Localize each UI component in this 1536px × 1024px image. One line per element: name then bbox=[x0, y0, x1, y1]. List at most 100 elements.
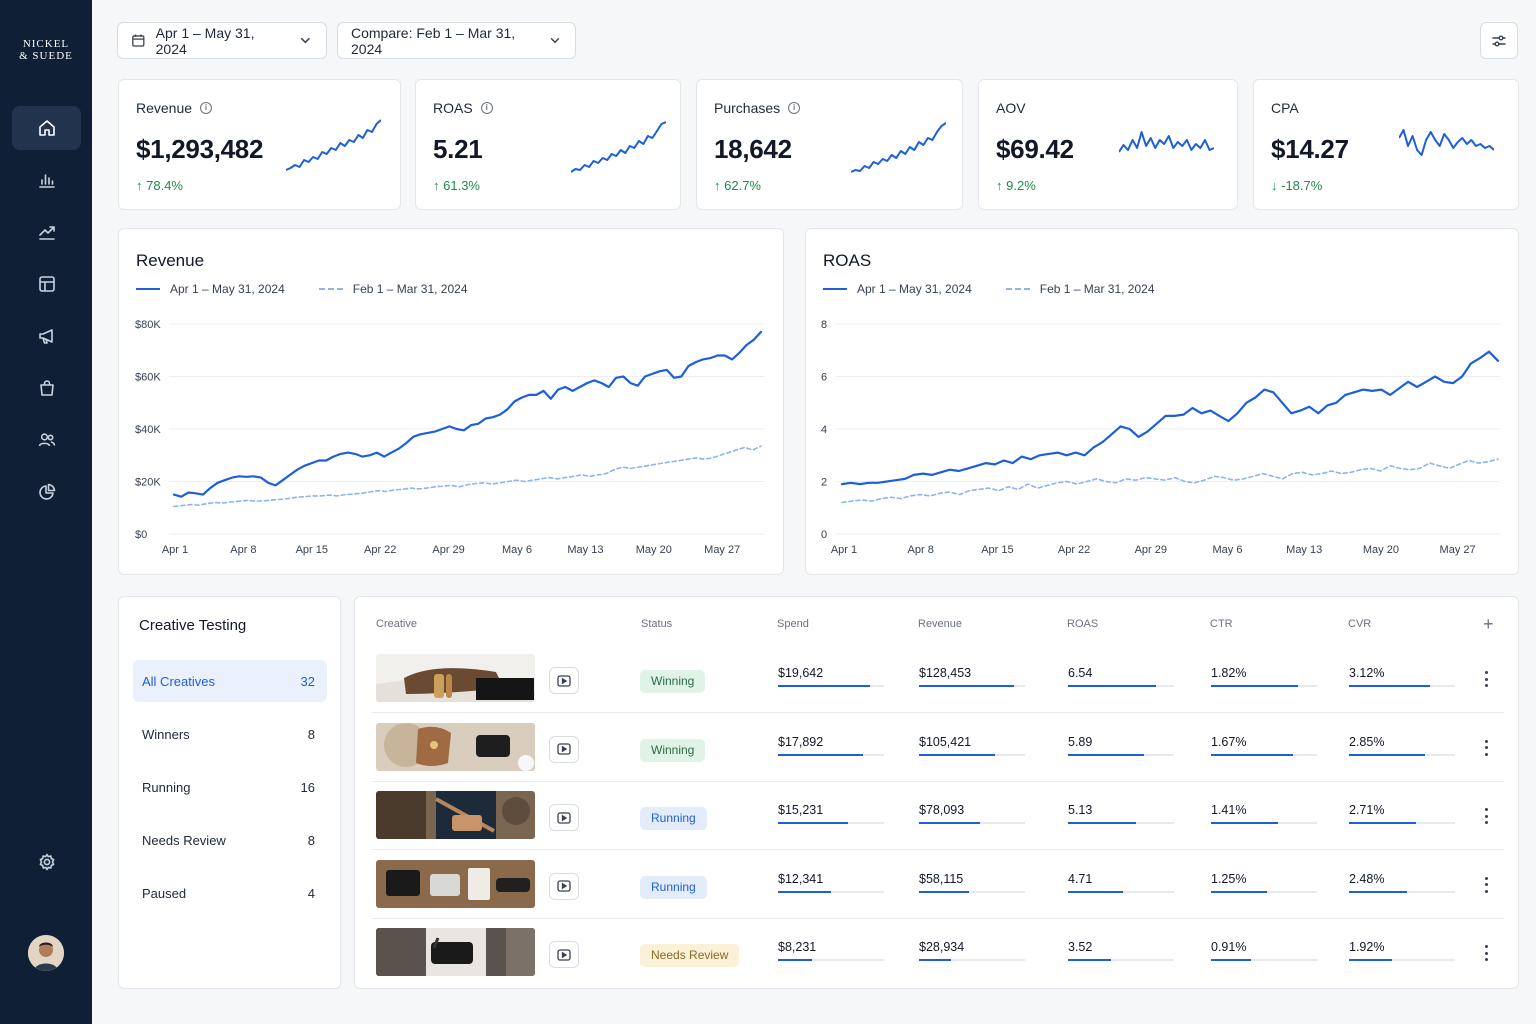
revenue-chart-card: Revenue Apr 1 – May 31, 2024 Feb 1 – Mar… bbox=[118, 228, 784, 575]
sidebar-item-campaigns[interactable] bbox=[12, 314, 81, 358]
info-icon[interactable]: i bbox=[788, 102, 801, 114]
creative-thumbnail[interactable] bbox=[376, 722, 535, 771]
sparkline bbox=[571, 121, 666, 173]
cell-cvr: 2.71% bbox=[1349, 803, 1385, 818]
cell-revenue: $58,115 bbox=[919, 871, 964, 886]
table-row[interactable]: Running $12,341 $58,115 4.71 1.25% 2.48% bbox=[372, 851, 1504, 919]
table-row[interactable]: Running $15,231 $78,093 5.13 1.41% 2.71% bbox=[372, 782, 1504, 851]
sidebar-item-analytics[interactable] bbox=[12, 470, 81, 514]
creative-thumbnail[interactable] bbox=[376, 791, 535, 840]
cell-revenue: $105,421 bbox=[919, 734, 972, 749]
video-play-icon bbox=[557, 812, 571, 824]
filter-paused[interactable]: Paused 4 bbox=[133, 872, 327, 914]
avatar[interactable] bbox=[28, 935, 64, 971]
sparkline bbox=[1119, 131, 1214, 153]
metric-bar bbox=[919, 890, 1025, 893]
metric-bar-fill bbox=[1349, 685, 1430, 687]
column-header-cvr[interactable]: CVR bbox=[1348, 618, 1371, 630]
creative-thumbnail[interactable] bbox=[376, 654, 535, 702]
gear-icon bbox=[39, 853, 54, 871]
filter-needs-review[interactable]: Needs Review 8 bbox=[133, 819, 327, 861]
preview-button[interactable] bbox=[549, 735, 579, 763]
more-options-icon[interactable] bbox=[1484, 876, 1488, 893]
metric-bar bbox=[1349, 753, 1455, 756]
cell-spend: $8,231 bbox=[778, 940, 817, 955]
x-tick-label: May 27 bbox=[704, 544, 740, 556]
x-tick-label: May 6 bbox=[1213, 544, 1243, 556]
metric-bar bbox=[1349, 822, 1455, 825]
metric-bar bbox=[919, 685, 1025, 687]
add-column-button[interactable]: + bbox=[1483, 614, 1494, 635]
x-tick-label: May 13 bbox=[1286, 544, 1322, 556]
metric-bar bbox=[1211, 822, 1317, 825]
sidebar-item-settings[interactable] bbox=[12, 840, 81, 884]
metric-bar-fill bbox=[1349, 753, 1426, 756]
metric-bar-fill bbox=[1068, 959, 1112, 962]
logo-line-2: & SUEDE bbox=[19, 50, 73, 62]
kpi-card-purchases[interactable]: Purchases i 18,642 ↑ 62.7% bbox=[696, 79, 963, 210]
column-header-ctr[interactable]: CTR bbox=[1210, 618, 1233, 630]
more-options-icon[interactable] bbox=[1484, 739, 1488, 756]
preview-button[interactable] bbox=[549, 667, 579, 694]
sidebar-item-audiences[interactable] bbox=[12, 418, 81, 462]
kpi-card-aov[interactable]: AOV $69.42 ↑ 9.2% bbox=[978, 79, 1238, 210]
sidebar-item-layout[interactable] bbox=[12, 262, 81, 306]
metric-bar bbox=[1349, 959, 1455, 962]
cell-roas: 5.13 bbox=[1068, 803, 1093, 818]
filter-all-creatives[interactable]: All Creatives 32 bbox=[133, 660, 327, 702]
sidebar-item-trends[interactable] bbox=[12, 210, 81, 254]
y-tick-label: 0 bbox=[821, 529, 827, 541]
brand-logo[interactable]: NICKEL & SUEDE bbox=[0, 38, 92, 62]
column-header-status[interactable]: Status bbox=[641, 618, 672, 630]
cell-revenue: $128,453 bbox=[919, 666, 972, 680]
column-header-roas[interactable]: ROAS bbox=[1067, 618, 1098, 630]
creative-thumbnail[interactable] bbox=[376, 859, 535, 908]
filter-running[interactable]: Running 16 bbox=[133, 766, 327, 808]
preview-button[interactable] bbox=[549, 941, 579, 969]
sidebar-item-reports[interactable] bbox=[12, 158, 81, 202]
sparkline bbox=[286, 119, 381, 171]
table-row[interactable]: Winning $17,892 $105,421 5.89 1.67% 2.85% bbox=[372, 714, 1504, 782]
creative-testing-panel: Creative Testing All Creatives 32 Winners 8… bbox=[118, 596, 341, 989]
info-icon[interactable]: i bbox=[200, 102, 213, 114]
date-range-picker[interactable]: Apr 1 – May 31, 2024 bbox=[117, 22, 327, 59]
preview-button[interactable] bbox=[549, 872, 579, 900]
column-header-revenue[interactable]: Revenue bbox=[918, 618, 962, 630]
kpi-card-roas[interactable]: ROAS i 5.21 ↑ 61.3% bbox=[415, 79, 681, 210]
trend-icon bbox=[38, 226, 55, 240]
x-tick-label: Apr 8 bbox=[230, 544, 256, 556]
creative-thumbnail[interactable] bbox=[376, 928, 535, 977]
cell-spend: $19,642 bbox=[778, 666, 824, 680]
kpi-value: $69.42 bbox=[996, 134, 1074, 164]
column-header-creative[interactable]: Creative bbox=[376, 618, 417, 630]
compare-range-picker[interactable]: Compare: Feb 1 – Mar 31, 2024 bbox=[337, 22, 576, 59]
cell-revenue: $78,093 bbox=[919, 803, 965, 818]
kpi-card-cpa[interactable]: CPA $14.27 ↓ -18.7% bbox=[1253, 79, 1519, 210]
kpi-title: Purchases i bbox=[714, 100, 801, 116]
chevron-down-icon bbox=[550, 38, 560, 44]
filter-count: 4 bbox=[307, 885, 315, 901]
filter-settings-button[interactable] bbox=[1480, 22, 1518, 59]
info-icon[interactable]: i bbox=[480, 102, 493, 114]
cell-ctr: 0.91% bbox=[1211, 940, 1247, 955]
column-header-spend[interactable]: Spend bbox=[777, 618, 809, 630]
sidebar-item-home[interactable] bbox=[12, 106, 81, 150]
sparkline bbox=[851, 122, 946, 173]
sparkline-path bbox=[1399, 129, 1494, 156]
megaphone-icon bbox=[38, 329, 53, 344]
video-play-icon bbox=[557, 743, 571, 755]
more-options-icon[interactable] bbox=[1484, 945, 1488, 962]
more-options-icon[interactable] bbox=[1484, 671, 1488, 687]
metric-bar-fill bbox=[778, 959, 812, 962]
metric-bar-fill bbox=[778, 890, 831, 893]
sidebar-item-products[interactable] bbox=[12, 366, 81, 410]
preview-button[interactable] bbox=[549, 804, 579, 832]
table-row[interactable]: Needs Review $8,231 $28,934 3.52 0.91% 1.92% bbox=[372, 919, 1504, 987]
metric-bar bbox=[1068, 959, 1174, 962]
cell-cvr: 2.48% bbox=[1349, 871, 1385, 886]
more-options-icon[interactable] bbox=[1484, 808, 1488, 825]
table-row[interactable]: Winning $19,642 $128,453 6.54 1.82% 3.12% bbox=[372, 645, 1504, 713]
filter-label: Running bbox=[142, 779, 191, 795]
filter-winners[interactable]: Winners 8 bbox=[133, 713, 327, 755]
kpi-card-revenue[interactable]: Revenue i $1,293,482 ↑ 78.4% bbox=[118, 79, 401, 210]
